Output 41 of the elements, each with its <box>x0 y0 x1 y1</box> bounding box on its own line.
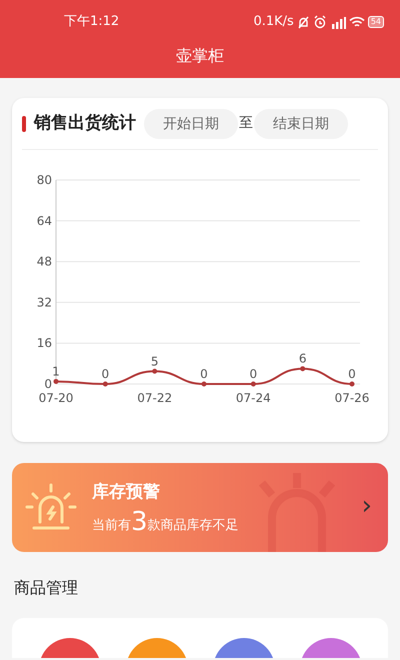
y-tick-label: 80 <box>36 173 52 187</box>
data-label: 0 <box>348 367 356 381</box>
y-tick-label: 32 <box>36 295 52 310</box>
chevron-right-icon[interactable]: › <box>362 491 372 521</box>
wifi-icon <box>348 16 365 28</box>
title-marker <box>22 116 26 132</box>
data-label: 0 <box>250 367 258 381</box>
x-tick-label: 07-20 <box>38 391 74 405</box>
data-point <box>152 368 158 374</box>
battery-icon: 54 <box>368 16 384 28</box>
x-tick-label: 07-26 <box>334 391 370 405</box>
data-label: 1 <box>52 364 60 378</box>
data-point <box>250 382 256 386</box>
data-point <box>54 378 58 384</box>
data-label: 5 <box>150 354 158 368</box>
app-title: 壶掌柜 <box>175 45 225 67</box>
y-tick-label: 16 <box>36 336 52 350</box>
alert-message: 当前有3款商品库存不足 <box>92 509 239 536</box>
data-label: 6 <box>298 352 306 366</box>
signal-icon <box>330 16 346 28</box>
network-speed: 0.1K/s <box>253 13 294 32</box>
section-title: 商品管理 <box>14 577 79 599</box>
x-tick-label: 07-24 <box>236 391 271 405</box>
status-time: 下午1:12 <box>64 13 120 32</box>
data-point <box>300 366 306 372</box>
y-tick-label: 64 <box>36 214 52 228</box>
start-date-field[interactable]: 开始日期 <box>144 108 238 138</box>
stock-alert-banner[interactable]: 库存预警 当前有3款商品库存不足 › <box>12 463 388 552</box>
data-label: 0 <box>102 367 110 381</box>
data-label: 0 <box>200 367 208 381</box>
data-point <box>202 382 206 386</box>
alarm-icon <box>312 15 327 29</box>
card-title: 销售出货统计 <box>34 112 136 135</box>
x-tick-label: 07-22 <box>137 391 172 405</box>
y-tick-label: 0 <box>44 377 52 391</box>
y-tick-label: 48 <box>36 254 52 269</box>
date-separator: 至 <box>239 114 253 133</box>
data-point <box>102 382 108 386</box>
end-date-field[interactable]: 结束日期 <box>254 108 348 138</box>
alert-title: 库存预警 <box>92 480 161 504</box>
data-point <box>350 382 354 386</box>
